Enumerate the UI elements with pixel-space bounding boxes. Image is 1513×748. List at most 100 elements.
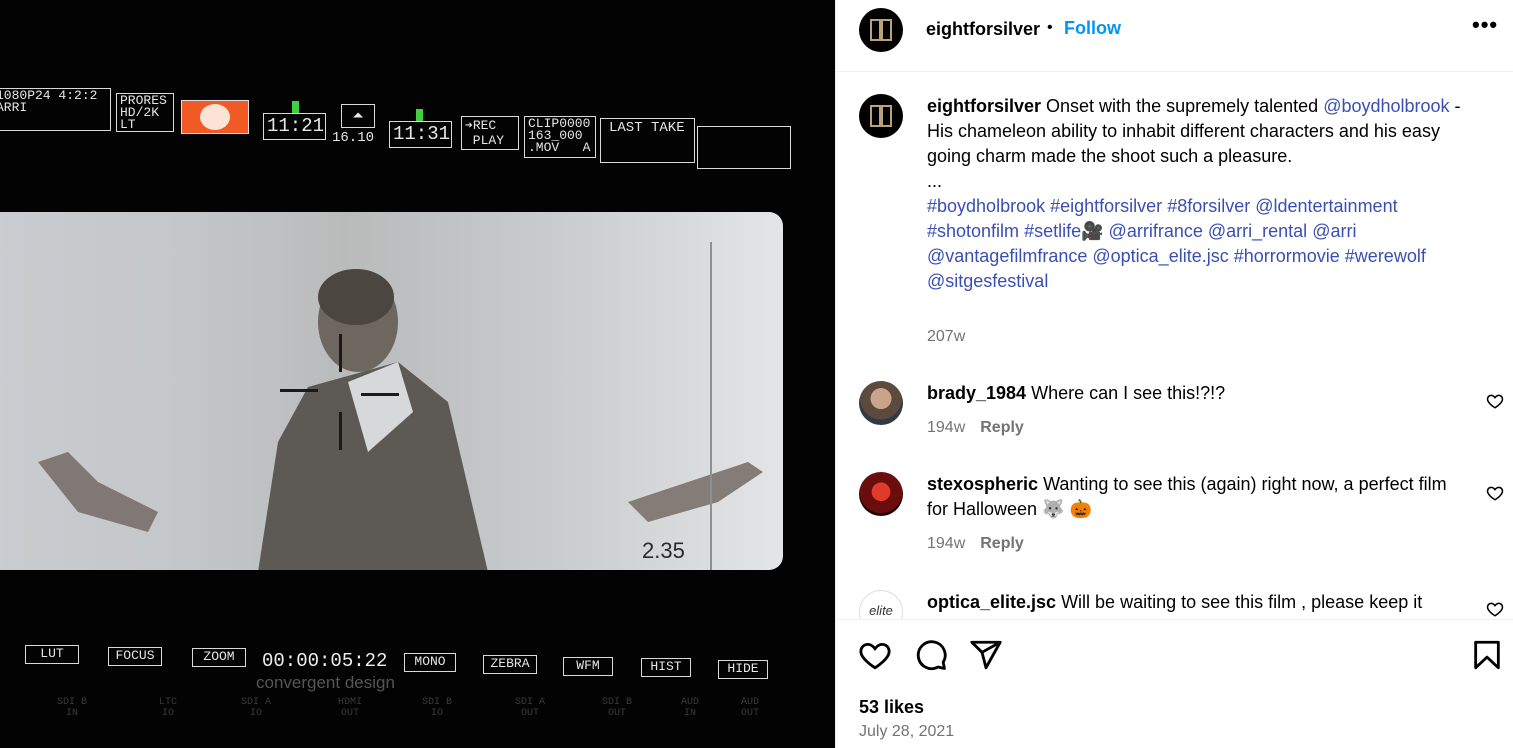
share-icon[interactable]	[969, 638, 1003, 672]
crosshair-right	[361, 393, 399, 396]
comment-like-heart-icon[interactable]	[1486, 392, 1504, 410]
port-label: SDI A OUT	[514, 697, 545, 719]
mention-link[interactable]: @arri_rental	[1208, 221, 1307, 241]
hashtag-link[interactable]: #setlife🎥	[1024, 221, 1103, 241]
tally-light-a	[292, 101, 299, 113]
comment-age: 194w	[927, 535, 966, 552]
mention-link[interactable]: @ldentertainment	[1255, 196, 1397, 216]
mention-link[interactable]: @boydholbrook	[1323, 96, 1449, 116]
port-label: LTC IO	[158, 697, 177, 719]
comment-username[interactable]: brady_1984	[927, 383, 1026, 403]
hashtag-link[interactable]: #shotonfilm	[927, 221, 1019, 241]
hashtag-link[interactable]: #werewolf	[1345, 246, 1426, 266]
monitor-screen: 2.35	[0, 212, 783, 570]
action-bar: 53 likes July 28, 2021	[836, 620, 1513, 748]
aspect-ratio-label: 2.35	[642, 538, 685, 563]
hud-clip: CLIP0000 163_000 .MOV A	[524, 116, 596, 158]
more-icon[interactable]: •••	[1472, 12, 1498, 38]
mention-link[interactable]: @sitgesfestival	[927, 271, 1048, 291]
commenter-avatar-logo: elite	[869, 603, 893, 618]
port-label: SDI A IO	[240, 697, 271, 719]
crosshair-bottom	[339, 412, 342, 450]
caption-avatar[interactable]	[859, 94, 903, 138]
left-hand	[38, 452, 158, 532]
tally-light-b	[416, 109, 423, 121]
hud-last-take: LAST TAKE	[600, 118, 695, 163]
caption-ellipsis: ...	[927, 171, 943, 191]
port-label: HDMI OUT	[337, 697, 362, 719]
commenter-avatar[interactable]	[859, 472, 903, 516]
comment-like-heart-icon[interactable]	[1486, 600, 1504, 618]
post-date: July 28, 2021	[859, 723, 955, 740]
hud-up-icon: ⏶	[341, 104, 375, 128]
frame-guide	[710, 242, 712, 570]
mention-link[interactable]: @arri	[1312, 221, 1356, 241]
caption-age: 207w	[927, 328, 966, 345]
comment-age: 194w	[927, 419, 966, 436]
header-username[interactable]: eightforsilver	[926, 19, 1040, 40]
actor-figure	[258, 269, 488, 570]
comment-username[interactable]: stexospheric	[927, 474, 1038, 494]
mention-link[interactable]: @arrifrance	[1109, 221, 1203, 241]
hud-shutter: 16.10	[332, 130, 375, 146]
eightforsilver-logo	[870, 105, 892, 127]
caption-text: eightforsilver Onset with the supremely …	[927, 94, 1472, 294]
hud-codec: PRORES HD/2K LT	[116, 93, 174, 132]
hud-empty-box	[697, 126, 791, 169]
port-label: SDI B IN	[56, 697, 87, 719]
hud-rec-play: ➔REC PLAY	[461, 116, 519, 150]
crosshair-left	[280, 389, 318, 392]
comment-text: stexospheric Wanting to see this (again)…	[927, 472, 1472, 522]
wfm-button: WFM	[563, 657, 613, 676]
comments-list[interactable]: eightforsilver Onset with the supremely …	[836, 72, 1513, 619]
comment-text: optica_elite.jsc Will be waiting to see …	[927, 590, 1472, 615]
follow-button[interactable]: Follow	[1064, 18, 1121, 39]
post-media[interactable]: 1080P24 4:2:2 ARRI PRORES HD/2K LT 11:21…	[0, 0, 835, 748]
crosshair-top	[339, 334, 342, 372]
hist-button: HIST	[641, 658, 691, 677]
comment-username[interactable]: optica_elite.jsc	[927, 592, 1056, 612]
hud-time-b: 11:31	[389, 121, 452, 148]
hashtag-link[interactable]: #eightforsilver	[1050, 196, 1162, 216]
record-indicator	[181, 100, 249, 134]
hashtag-link[interactable]: #horrormovie	[1234, 246, 1340, 266]
mention-link[interactable]: @vantagefilmfrance	[927, 246, 1087, 266]
port-label: AUD IN	[680, 697, 699, 719]
header-separator: •	[1047, 19, 1053, 36]
comment-like-heart-icon[interactable]	[1486, 484, 1504, 502]
comment-text: brady_1984 Where can I see this!?!?	[927, 381, 1472, 406]
lut-button: LUT	[25, 645, 79, 664]
reply-button[interactable]: Reply	[980, 535, 1024, 552]
focus-button: FOCUS	[108, 647, 162, 666]
port-label: AUD OUT	[740, 697, 759, 719]
zoom-button: ZOOM	[192, 648, 246, 667]
caption-username[interactable]: eightforsilver	[927, 96, 1041, 116]
likes-count[interactable]: 53 likes	[859, 697, 924, 718]
convergent-design-logo: convergent design	[256, 673, 395, 692]
hud-format: 1080P24 4:2:2 ARRI	[0, 88, 111, 131]
comment-meta: 194w Reply	[927, 419, 1024, 437]
comment-meta: 194w Reply	[927, 535, 1024, 553]
reply-button[interactable]: Reply	[980, 419, 1024, 436]
hashtag-link[interactable]: #8forsilver	[1167, 196, 1250, 216]
port-label: SDI B OUT	[601, 697, 632, 719]
hud-time-a: 11:21	[263, 113, 326, 140]
commenter-avatar[interactable]: elite	[859, 590, 903, 619]
bookmark-icon[interactable]	[1470, 638, 1504, 672]
mention-link[interactable]: @optica_elite.jsc	[1092, 246, 1228, 266]
comment-body: Will be waiting to see this film , pleas…	[1056, 592, 1423, 612]
hide-button: HIDE	[718, 660, 768, 679]
commenter-avatar[interactable]	[859, 381, 903, 425]
caption-body: Onset with the supremely talented	[1041, 96, 1324, 116]
right-hand	[628, 462, 763, 522]
eightforsilver-logo	[870, 19, 892, 41]
post-side-panel: eightforsilver • Follow ••• eightforsilv…	[835, 0, 1513, 748]
comment-icon[interactable]	[914, 638, 948, 672]
timecode: 00:00:05:22	[262, 650, 388, 672]
zebra-button: ZEBRA	[483, 655, 537, 674]
comment-body: Where can I see this!?!?	[1026, 383, 1226, 403]
heart-icon[interactable]	[858, 638, 892, 672]
port-label: SDI B IO	[421, 697, 452, 719]
hashtag-link[interactable]: #boydholbrook	[927, 196, 1045, 216]
header-avatar[interactable]	[859, 8, 903, 52]
